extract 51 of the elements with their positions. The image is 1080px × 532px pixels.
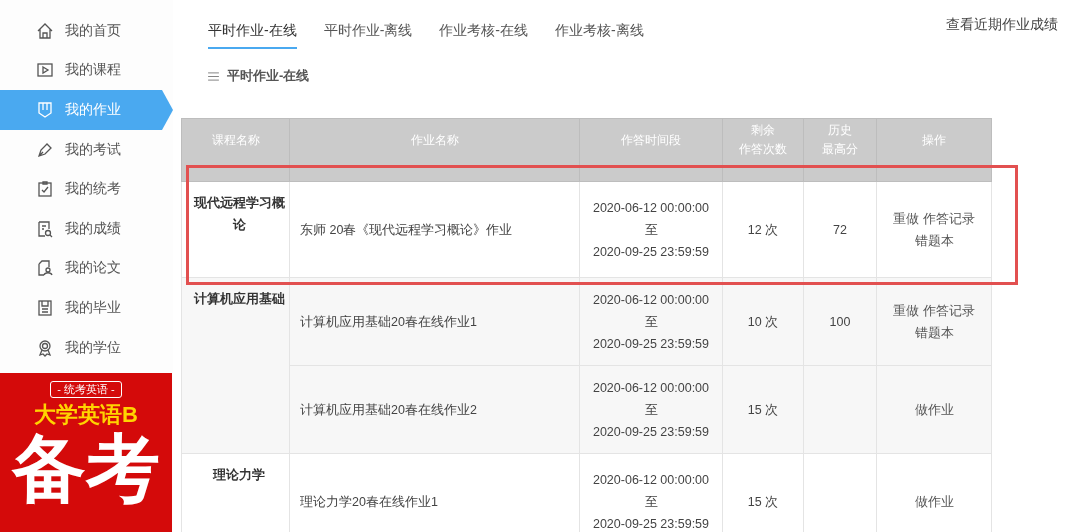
clipboard-check-icon [36,180,54,199]
remaining-attempts: 15 次 [722,453,804,532]
document-search-icon [36,219,54,238]
tab[interactable]: 作业考核-在线 [439,20,528,49]
time-range: 2020-06-12 00:00:00 至 2020-09-25 23:59:59 [579,181,723,278]
recent-scores-link[interactable]: 查看近期作业成绩 [946,16,1058,49]
time-range: 2020-06-12 00:00:00 至 2020-09-25 23:59:59 [579,453,723,532]
banner-title: 大学英语B [34,401,138,430]
notebook-icon [36,101,54,119]
action-link[interactable]: 错题本 [914,233,954,248]
sidebar-item[interactable]: 我的论文 [0,248,162,289]
home-icon [36,21,54,40]
banner-ad[interactable]: - 统考英语 - 大学英语B 备考 [0,373,172,532]
sidebar-item[interactable]: 我的统考 [0,169,162,210]
badge-icon [36,338,54,357]
assignment-name: 计算机应用基础20春在线作业2 [289,365,580,454]
banner-tag: - 统考英语 - [50,381,122,399]
banner-headline: 备考 [12,432,160,507]
remaining-attempts: 10 次 [722,277,804,366]
tab[interactable]: 平时作业-在线 [208,20,297,49]
action-link[interactable]: 重做 [893,303,920,318]
action-link[interactable]: 做作业 [914,494,954,509]
course-cell: 计算机应用基础 [181,277,290,454]
sidebar-item[interactable]: 我的考试 [0,129,162,170]
sidebar-item[interactable]: 我的成绩 [0,209,162,249]
list-icon [208,71,219,81]
play-icon [36,61,54,80]
action-link[interactable]: 作答记录 [922,211,975,226]
action-link[interactable]: 作答记录 [922,303,975,318]
sidebar-item[interactable]: 我的课程 [0,50,162,91]
best-score: 72 [803,181,877,278]
action-link[interactable]: 重做 [893,211,920,226]
document-person-icon [36,259,54,278]
action-link[interactable]: 错题本 [914,325,954,340]
assignment-name: 计算机应用基础20春在线作业1 [289,277,580,366]
assignment-name: 理论力学20春在线作业1 [289,453,580,532]
section-title: 平时作业-在线 [227,67,310,85]
time-range: 2020-06-12 00:00:00 至 2020-09-25 23:59:59 [579,277,723,366]
remaining-attempts: 12 次 [722,181,804,278]
sidebar-item[interactable]: 我的毕业 [0,288,162,328]
sidebar-item[interactable]: 我的首页 [0,11,162,51]
action-link[interactable]: 做作业 [914,402,954,417]
course-cell: 现代远程学习概论 [181,181,290,278]
tab[interactable]: 作业考核-离线 [555,20,644,49]
remaining-attempts: 15 次 [722,365,804,454]
assignment-name: 东师 20春《现代远程学习概论》作业 [289,181,580,278]
tab[interactable]: 平时作业-离线 [323,20,413,49]
course-cell: 理论力学 [181,453,290,532]
best-score: 100 [803,277,877,366]
time-range: 2020-06-12 00:00:00 至 2020-09-25 23:59:59 [579,365,723,454]
sidebar-item[interactable]: 我的学位 [0,327,162,368]
